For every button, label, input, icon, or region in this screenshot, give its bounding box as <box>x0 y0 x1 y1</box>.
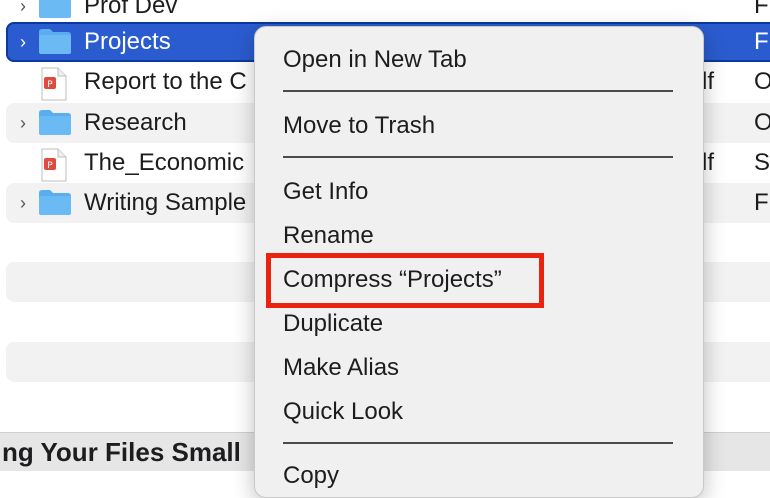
disclosure-chevron-icon[interactable]: › <box>12 0 34 17</box>
folder-icon <box>38 188 74 218</box>
file-kind: F <box>754 189 769 216</box>
file-name: Research <box>84 109 187 136</box>
annotation-highlight-box <box>266 253 544 308</box>
disclosure-chevron-icon[interactable]: › <box>12 32 34 53</box>
file-kind: O <box>754 109 770 136</box>
file-kind: S <box>754 149 770 176</box>
pdf-file-icon: P <box>38 148 74 182</box>
menu-separator <box>283 442 673 444</box>
folder-icon <box>38 27 74 57</box>
disclosure-chevron-icon[interactable]: › <box>12 193 34 214</box>
file-kind: O <box>754 68 770 95</box>
pdf-file-icon: P <box>38 67 74 101</box>
menu-item-move-to-trash[interactable]: Move to Trash <box>283 109 435 143</box>
menu-item-copy[interactable]: Copy <box>283 459 339 493</box>
folder-icon <box>38 0 74 21</box>
file-name: The_Economic <box>84 149 245 176</box>
file-name: Writing Sample <box>84 189 247 216</box>
file-kind: F <box>754 0 769 19</box>
svg-text:P: P <box>47 80 53 90</box>
menu-item-rename[interactable]: Rename <box>283 219 374 253</box>
file-name: Report to the C <box>84 68 247 95</box>
menu-item-get-info[interactable]: Get Info <box>283 175 368 209</box>
disclosure-chevron-icon[interactable]: › <box>12 113 34 134</box>
menu-separator <box>283 156 673 158</box>
menu-separator <box>283 90 673 92</box>
file-name: Projects <box>84 28 171 55</box>
file-name: Prof Dev <box>84 0 178 19</box>
file-kind: F <box>754 28 769 55</box>
folder-icon <box>38 108 74 138</box>
menu-item-open-in-new-tab[interactable]: Open in New Tab <box>283 43 467 77</box>
menu-item-duplicate[interactable]: Duplicate <box>283 307 383 341</box>
menu-item-make-alias[interactable]: Make Alias <box>283 351 399 385</box>
menu-item-quick-look[interactable]: Quick Look <box>283 395 403 429</box>
svg-text:P: P <box>47 161 53 171</box>
